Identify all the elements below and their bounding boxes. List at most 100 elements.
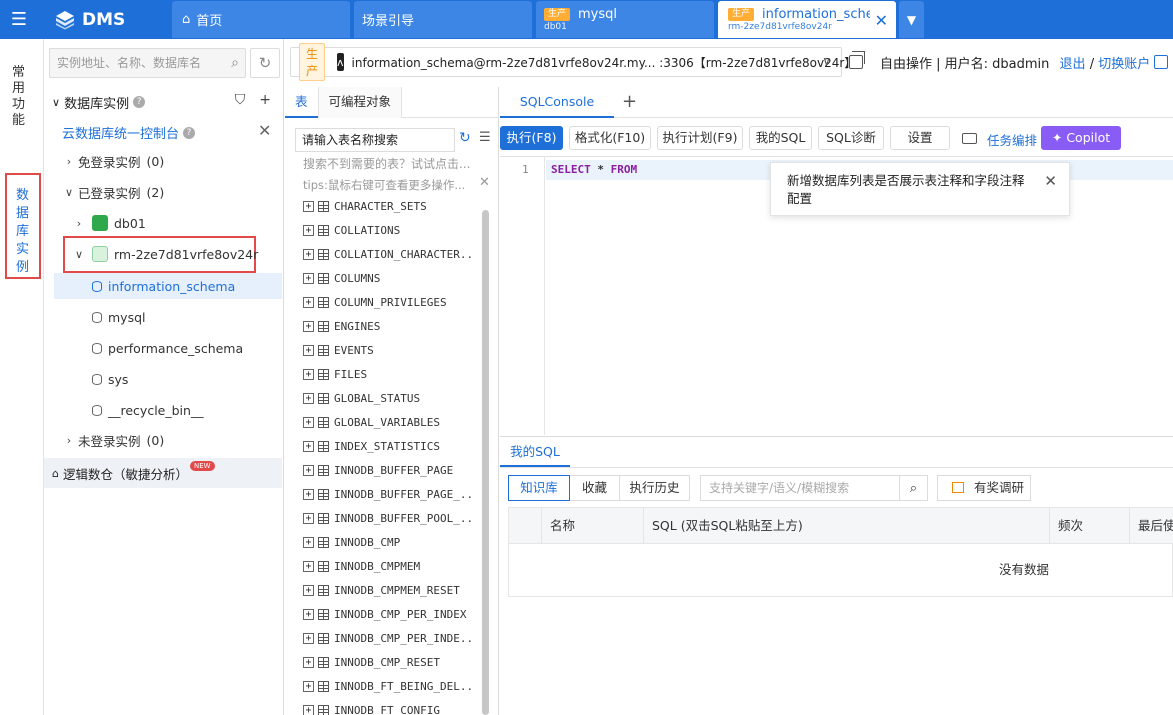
survey-button[interactable]: 有奖调研 xyxy=(937,475,1031,501)
my-sql-search-input[interactable]: 支持关键字/语义/模糊搜索 xyxy=(700,475,900,501)
instance-search-input[interactable]: 实例地址、名称、数据库名 ⌕ xyxy=(49,48,246,78)
scrollbar[interactable] xyxy=(482,210,489,715)
logic-warehouse-item[interactable]: ⌂ 逻辑数仓（敏捷分析） NEW xyxy=(44,458,282,488)
table-row[interactable]: + ENGINES xyxy=(303,314,473,338)
expand-icon[interactable]: + xyxy=(303,560,314,572)
table-row[interactable]: + INNODB_BUFFER_POOL_... xyxy=(303,506,473,530)
search-icon[interactable]: ⌕ xyxy=(900,475,928,501)
tab-scenario-guide[interactable]: 场景引导 xyxy=(354,1,532,38)
tree-group-nologin[interactable]: › 免登录实例 (0) xyxy=(44,148,282,174)
table-row[interactable]: + COLLATIONS xyxy=(303,218,473,242)
table-row[interactable]: + COLUMNS xyxy=(303,266,473,290)
table-row[interactable]: + COLUMN_PRIVILEGES xyxy=(303,290,473,314)
explain-button[interactable]: 执行计划(F9) xyxy=(657,126,743,150)
expand-icon[interactable]: + xyxy=(303,296,314,308)
code-line[interactable]: SELECT * FROM xyxy=(551,163,637,176)
settings-button[interactable]: 设置 xyxy=(890,126,950,150)
close-icon[interactable]: ✕ xyxy=(258,121,271,140)
connection-selector[interactable]: 生产 ʌ information_schema@rm-2ze7d81vrfe8o… xyxy=(290,43,856,81)
close-icon[interactable]: ✕ xyxy=(875,11,888,30)
help-icon[interactable]: ? xyxy=(133,96,146,108)
tree-group-loggedin[interactable]: ∨ 已登录实例 (2) xyxy=(44,179,282,205)
search-icon[interactable]: ⌕ xyxy=(231,49,239,77)
tab-home[interactable]: ⌂ 首页 xyxy=(172,1,350,38)
expand-icon[interactable]: + xyxy=(303,368,314,380)
app-logo[interactable]: DMS xyxy=(54,0,125,39)
table-row[interactable]: + INDEX_STATISTICS xyxy=(303,434,473,458)
expand-icon[interactable]: + xyxy=(303,344,314,356)
tree-db-item[interactable]: information_schema xyxy=(54,273,282,299)
menu-icon[interactable]: ☰ xyxy=(0,0,38,39)
table-row[interactable]: + INNODB_CMP_PER_INDE... xyxy=(303,626,473,650)
tree-db-item[interactable]: sys xyxy=(44,366,282,392)
tree-instance-rm[interactable]: ∨ rm-2ze7d81vrfe8ov24r xyxy=(44,241,282,267)
table-row[interactable]: + INNODB_FT_BEING_DEL... xyxy=(303,674,473,698)
table-row[interactable]: + INNODB_FT_CONFIG xyxy=(303,698,473,715)
table-row[interactable]: + CHARACTER_SETS xyxy=(303,194,473,218)
search-hint[interactable]: 搜索不到需要的表？试试点击... xyxy=(303,155,470,172)
table-search-input[interactable]: 请输入表名称搜索 xyxy=(295,128,455,152)
expand-icon[interactable]: + xyxy=(303,248,314,260)
expand-icon[interactable]: + xyxy=(303,272,314,284)
keyboard-icon[interactable] xyxy=(962,133,977,144)
sql-diagnose-button[interactable]: SQL诊断 xyxy=(818,126,884,150)
tab-tables[interactable]: 表 xyxy=(285,87,318,118)
cloud-console-link[interactable]: 云数据库统一控制台 ? xyxy=(62,123,196,142)
chevron-down-icon[interactable]: ▼ xyxy=(899,1,924,38)
refresh-icon[interactable]: ↻ xyxy=(250,48,280,78)
expand-icon[interactable]: + xyxy=(303,392,314,404)
tab-my-sql[interactable]: 我的SQL xyxy=(500,437,570,467)
column-name[interactable]: 名称 xyxy=(541,508,643,544)
segment-history[interactable]: 执行历史 xyxy=(620,475,690,501)
chevron-right-icon[interactable]: › xyxy=(72,217,86,230)
add-icon[interactable]: + xyxy=(259,92,271,108)
expand-icon[interactable]: + xyxy=(303,440,314,452)
tree-db-item[interactable]: __recycle_bin__ xyxy=(44,397,282,423)
tab-mysql[interactable]: 生产 mysql db01 xyxy=(536,1,714,38)
table-row[interactable]: + INNODB_BUFFER_PAGE xyxy=(303,458,473,482)
table-row[interactable]: + GLOBAL_STATUS xyxy=(303,386,473,410)
expand-icon[interactable]: + xyxy=(303,320,314,332)
expand-icon[interactable]: + xyxy=(303,488,314,500)
copilot-button[interactable]: ✦ Copilot xyxy=(1041,126,1121,150)
column-last-used[interactable]: 最后使 xyxy=(1129,508,1173,544)
switch-account-link[interactable]: 切换账户 xyxy=(1098,57,1150,72)
segment-knowledge-base[interactable]: 知识库 xyxy=(508,475,570,501)
refresh-icon[interactable]: ↻ xyxy=(459,130,471,146)
tab-information-schema[interactable]: 生产 information_schema rm-2ze7d81vrfe8ov2… xyxy=(718,1,896,38)
chevron-right-icon[interactable]: › xyxy=(62,155,76,168)
table-row[interactable]: + EVENTS xyxy=(303,338,473,362)
chevron-right-icon[interactable]: › xyxy=(62,434,76,447)
chevron-down-icon[interactable]: ∨ xyxy=(52,96,60,109)
copy-icon[interactable] xyxy=(849,51,865,69)
add-tab-icon[interactable]: + xyxy=(622,91,637,112)
close-icon[interactable]: ✕ xyxy=(479,175,490,190)
table-row[interactable]: + INNODB_CMP xyxy=(303,530,473,554)
format-button[interactable]: 格式化(F10) xyxy=(569,126,651,150)
chevron-down-icon[interactable]: ∨ xyxy=(62,186,76,199)
chevron-down-icon[interactable]: ∨ xyxy=(72,248,86,261)
apps-icon[interactable] xyxy=(1154,55,1168,69)
expand-icon[interactable]: + xyxy=(303,416,314,428)
tree-db-item[interactable]: performance_schema xyxy=(44,335,282,361)
expand-icon[interactable]: + xyxy=(303,224,314,236)
rail-db-instances[interactable]: 数据库实例 xyxy=(5,173,41,279)
expand-icon[interactable]: + xyxy=(303,512,314,524)
tree-db-item[interactable]: mysql xyxy=(44,304,282,330)
expand-icon[interactable]: + xyxy=(303,464,314,476)
table-row[interactable]: + INNODB_BUFFER_PAGE_... xyxy=(303,482,473,506)
task-orchestration-link[interactable]: 任务编排 xyxy=(987,130,1037,149)
column-frequency[interactable]: 频次 xyxy=(1049,508,1129,544)
list-menu-icon[interactable]: ☰ xyxy=(479,130,491,145)
expand-icon[interactable]: + xyxy=(303,200,314,212)
rail-common-functions[interactable]: 常用功能 xyxy=(12,65,28,129)
close-icon[interactable]: ✕ xyxy=(1044,172,1057,190)
expand-icon[interactable]: + xyxy=(303,608,314,620)
logout-link[interactable]: 退出 xyxy=(1060,57,1086,72)
table-row[interactable]: + FILES xyxy=(303,362,473,386)
table-row[interactable]: + INNODB_CMPMEM_RESET xyxy=(303,578,473,602)
table-row[interactable]: + GLOBAL_VARIABLES xyxy=(303,410,473,434)
tree-instance-db01[interactable]: › db01 xyxy=(44,210,282,236)
expand-icon[interactable]: + xyxy=(303,704,314,715)
filter-icon[interactable]: ⛉ xyxy=(235,92,246,108)
